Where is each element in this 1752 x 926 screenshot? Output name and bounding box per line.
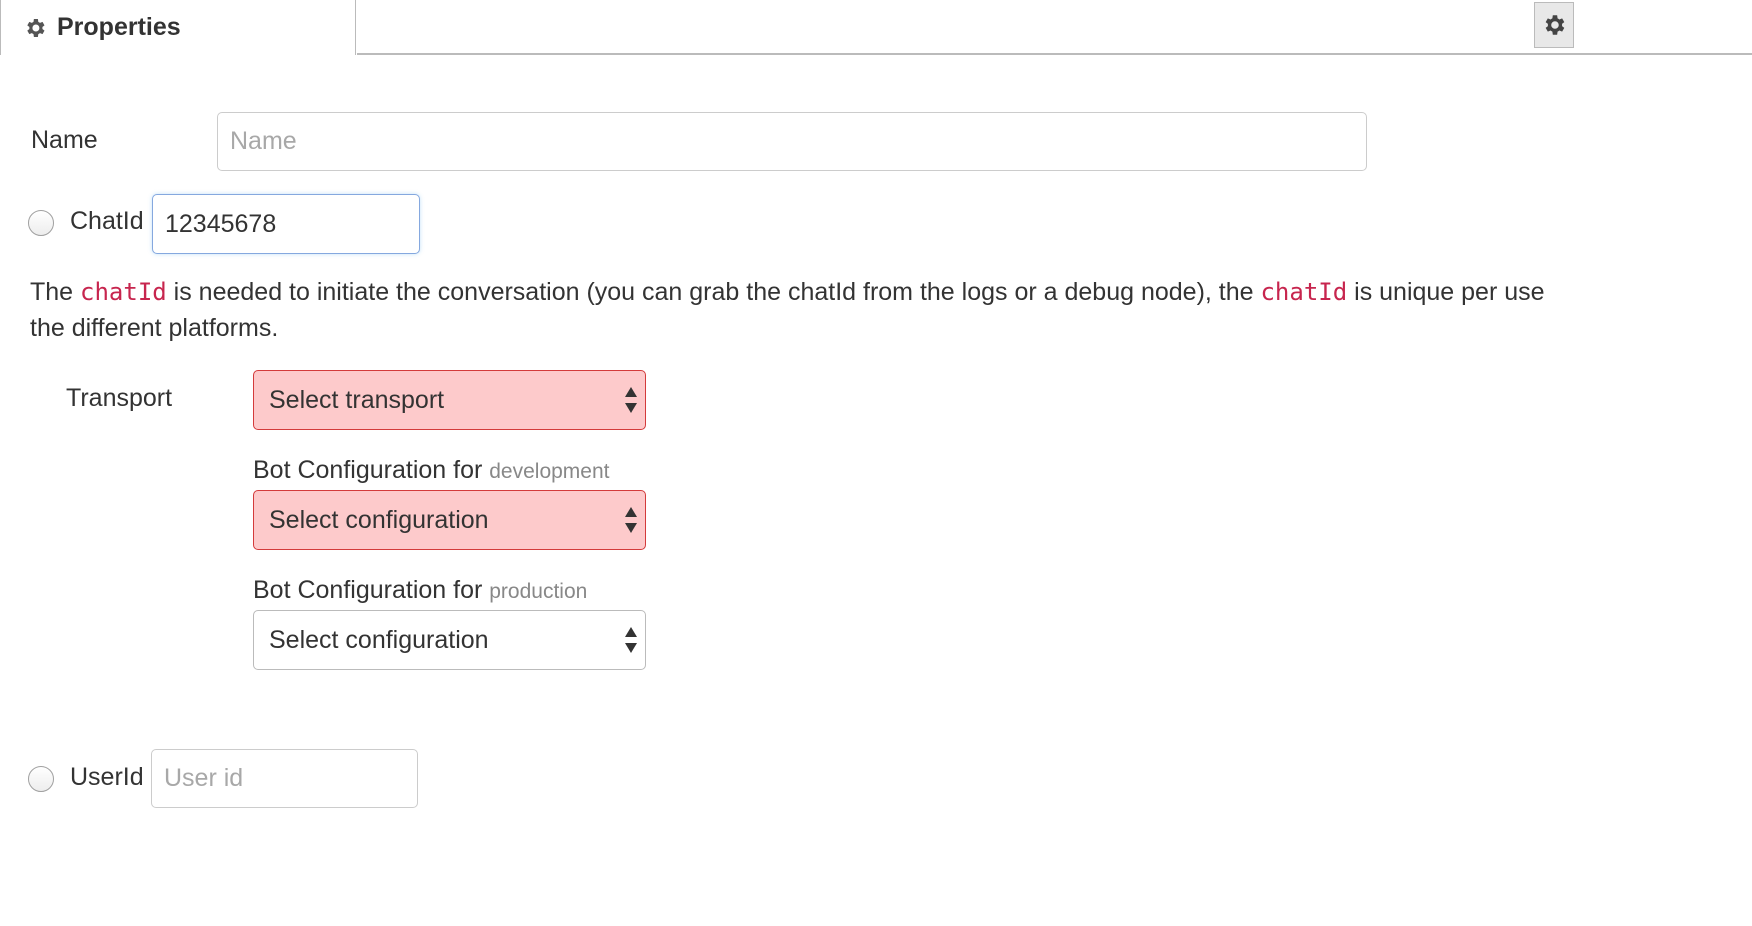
bot-config-prod-env: production (489, 580, 588, 603)
tab-label: Properties (57, 13, 181, 41)
chatid-label: ChatId (70, 207, 144, 235)
gear-icon (27, 18, 45, 37)
tab-properties[interactable]: Properties (0, 0, 356, 55)
userid-input[interactable] (151, 749, 418, 808)
select-arrows-icon (625, 627, 637, 653)
chatid-radio[interactable] (28, 210, 54, 236)
bot-config-dev-select-value: Select configuration (269, 505, 489, 534)
help-line-2: the different platforms. (30, 314, 279, 342)
bot-config-dev-label-text: Bot Configuration for (253, 456, 483, 484)
chatid-help-text: The chatId is needed to initiate the con… (30, 274, 1752, 346)
bot-config-dev-env: development (489, 460, 610, 483)
name-input[interactable] (217, 112, 1367, 171)
bot-config-dev-select[interactable]: Select configuration (253, 490, 646, 550)
chatid-input[interactable] (152, 194, 420, 254)
bot-config-prod-select-value: Select configuration (269, 625, 489, 654)
help-code-chatid: chatId (80, 278, 167, 306)
gear-icon (1545, 15, 1565, 35)
help-line-1: The chatId is needed to initiate the con… (30, 274, 1752, 310)
bot-config-dev-label: Bot Configuration for development (253, 456, 610, 485)
help-text-3: is unique per use (1347, 278, 1545, 306)
help-text-1: The (30, 278, 81, 306)
tab-bar-divider (357, 53, 1752, 55)
bot-config-prod-select[interactable]: Select configuration (253, 610, 646, 670)
select-arrows-icon (625, 507, 637, 533)
bot-config-prod-label-text: Bot Configuration for (253, 576, 483, 604)
settings-button[interactable] (1534, 2, 1574, 48)
userid-radio[interactable] (28, 766, 54, 792)
help-code-chatid: chatId (1260, 278, 1348, 306)
name-label: Name (31, 126, 98, 154)
help-text-2: is needed to initiate the conversation (… (166, 278, 1261, 306)
transport-select-value: Select transport (269, 385, 445, 414)
transport-select[interactable]: Select transport (253, 370, 646, 430)
bot-config-prod-label: Bot Configuration for production (253, 576, 587, 605)
userid-label: UserId (70, 763, 144, 791)
select-arrows-icon (625, 387, 637, 413)
tab-bar: Properties (0, 0, 1752, 55)
transport-label: Transport (66, 384, 173, 412)
